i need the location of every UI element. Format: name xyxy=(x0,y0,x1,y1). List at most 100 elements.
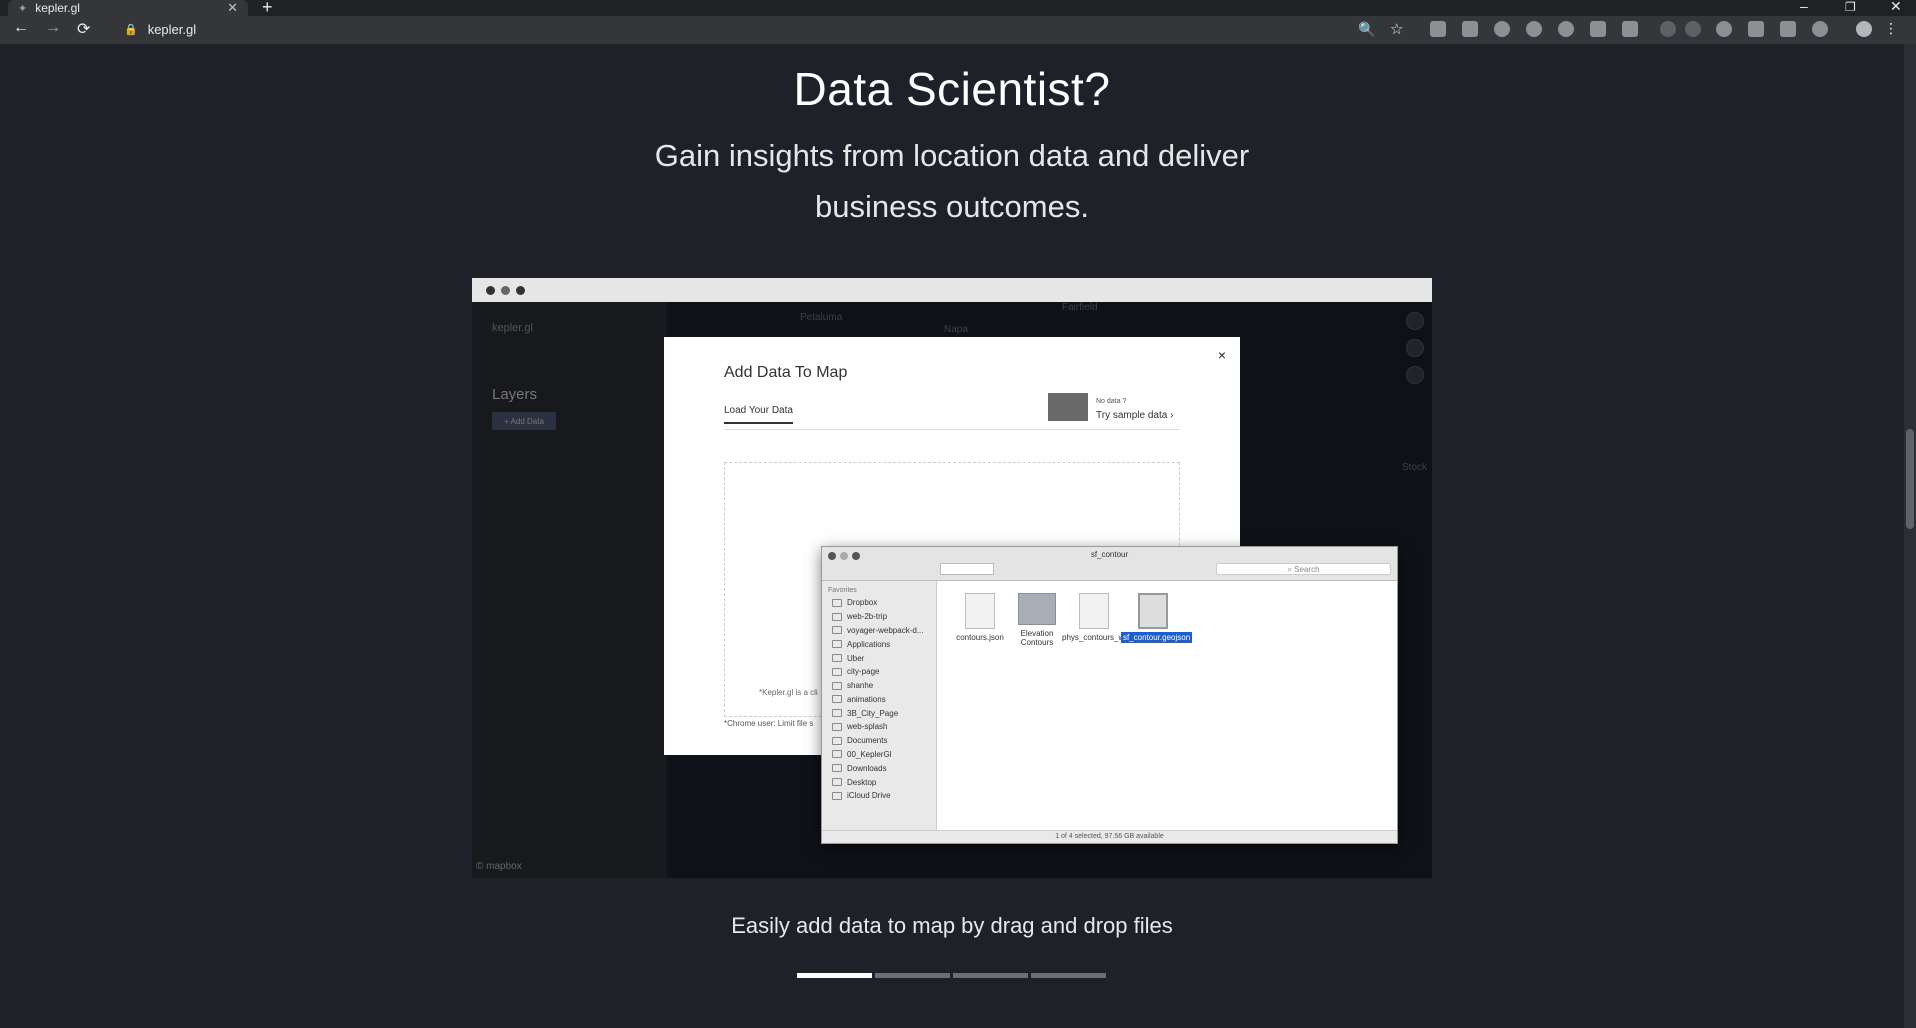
modal-divider xyxy=(724,429,1180,430)
map-control-icon xyxy=(1406,366,1424,384)
finder-sidebar-label: Uber xyxy=(847,653,865,663)
extension-record-icon[interactable] xyxy=(1558,21,1574,37)
file-sf-contour-geojson: sf_contour.geojson xyxy=(1121,593,1193,643)
finder-sidebar-label: 00_KeplerGl xyxy=(847,749,892,759)
file-icon xyxy=(965,593,995,629)
extension-s-icon[interactable] xyxy=(1780,21,1796,37)
close-window-button[interactable]: ✕ xyxy=(1890,0,1902,15)
finder-sidebar-item: 3B_City_Page xyxy=(822,706,936,720)
finder-toolbar: sf_contour ⌕ Search xyxy=(822,547,1397,581)
profile-avatar-icon[interactable] xyxy=(1856,21,1872,37)
kepler-side-panel: kepler.gl Layers + Add Data xyxy=(472,302,667,878)
carousel-dot[interactable] xyxy=(797,973,872,978)
back-button[interactable]: ← xyxy=(13,19,29,37)
map-label: Napa xyxy=(944,324,968,335)
file-label: sf_contour.geojson xyxy=(1121,632,1193,643)
folder-icon xyxy=(832,709,842,718)
finder-sidebar-label: web-splash xyxy=(847,722,888,732)
finder-sidebar-item: voyager-webpack-d... xyxy=(822,624,936,638)
finder-sidebar-label: iCloud Drive xyxy=(847,791,891,801)
extension-square-icon[interactable] xyxy=(1590,21,1606,37)
tab-close-icon[interactable]: ✕ xyxy=(227,0,238,16)
finder-sidebar-header: Favorites xyxy=(828,587,857,594)
finder-file-area: contours.json Elevation Contours phys_co… xyxy=(938,581,1397,831)
kepler-favicon-icon: ✦ xyxy=(18,2,28,15)
carousel-dot[interactable] xyxy=(953,973,1028,978)
extension-g-icon[interactable] xyxy=(1494,21,1510,37)
forward-button[interactable]: → xyxy=(45,19,61,37)
map-label: Petaluma xyxy=(800,312,843,323)
carousel-dot[interactable] xyxy=(1031,973,1106,978)
lock-icon: 🔒 xyxy=(124,24,138,36)
minimize-button[interactable]: – xyxy=(1800,0,1808,14)
carousel-indicators xyxy=(797,973,1106,978)
carousel-dot[interactable] xyxy=(875,973,950,978)
folder-icon xyxy=(832,750,842,759)
restore-button[interactable]: ❐ xyxy=(1845,0,1856,14)
folder-icon xyxy=(832,736,842,745)
layers-heading: Layers xyxy=(492,386,538,403)
extension-circle-icon[interactable] xyxy=(1685,21,1701,37)
reload-button[interactable]: ⟳ xyxy=(77,19,90,39)
folder-icon xyxy=(832,695,842,704)
finder-sidebar-label: Desktop xyxy=(847,777,877,787)
file-icon xyxy=(1079,593,1109,629)
finder-view-switch xyxy=(940,563,994,575)
extension-doc-icon[interactable] xyxy=(1430,21,1446,37)
extension-puzzle-icon[interactable] xyxy=(1462,21,1478,37)
folder-icon xyxy=(832,626,842,635)
finder-sidebar-item: Dropbox xyxy=(822,596,936,610)
hero-title: Data Scientist? xyxy=(793,63,1111,115)
finder-sidebar-item: iCloud Drive xyxy=(822,789,936,803)
finder-search-field: ⌕ Search xyxy=(1216,563,1391,575)
carousel-caption: Easily add data to map by drag and drop … xyxy=(731,913,1173,938)
finder-sidebar-label: Applications xyxy=(847,639,891,649)
map-label: Fairfield xyxy=(1062,302,1098,313)
finder-sidebar-label: city-page xyxy=(847,667,880,677)
scrollbar-thumb[interactable] xyxy=(1906,429,1914,529)
finder-sidebar-label: Documents xyxy=(847,736,888,746)
folder-icon xyxy=(832,791,842,800)
finder-sidebar-item: Documents xyxy=(822,734,936,748)
finder-sidebar-item: 00_KeplerGl xyxy=(822,748,936,762)
browser-toolbar: ← → ⟳ 🔒 kepler.gl 🔍 ☆ ⋮ xyxy=(0,16,1916,44)
file-label: contours.json xyxy=(956,633,1004,642)
scrollbar[interactable] xyxy=(1904,44,1916,1028)
extension-pin-icon[interactable] xyxy=(1716,21,1732,37)
finder-sidebar-item: web-2b-trip xyxy=(822,610,936,624)
finder-sidebar-item: Downloads xyxy=(822,761,936,775)
file-contours-json: contours.json xyxy=(948,593,1012,642)
bookmark-star-icon[interactable]: ☆ xyxy=(1390,20,1403,38)
folder-icon xyxy=(832,612,842,621)
hero-subtitle: Gain insights from location data and del… xyxy=(654,138,1250,224)
finder-sidebar-label: animations xyxy=(847,694,886,704)
try-sample-data-link: Try sample data › xyxy=(1096,410,1174,421)
mapbox-logo: © mapbox xyxy=(476,861,522,872)
extension-screen-icon[interactable] xyxy=(1622,21,1638,37)
finder-status-bar: 1 of 4 selected, 97.56 GB available xyxy=(822,830,1397,843)
address-bar[interactable]: 🔒 kepler.gl xyxy=(114,18,1324,41)
finder-title: sf_contour xyxy=(1090,550,1129,559)
folder-icon xyxy=(832,778,842,787)
finder-sidebar-label: shanhe xyxy=(847,681,874,691)
extension-gear-icon[interactable] xyxy=(1812,21,1828,37)
folder-icon xyxy=(832,681,842,690)
modal-close-icon: × xyxy=(1217,347,1226,363)
tab-strip: ✦ kepler.gl ✕ + – ❐ ✕ xyxy=(0,0,1916,17)
tab-load-your-data: Load Your Data xyxy=(724,405,793,424)
folder-icon xyxy=(1018,593,1056,625)
folder-icon xyxy=(832,667,842,676)
extension-badge-icon[interactable] xyxy=(1660,21,1676,37)
folder-icon xyxy=(832,640,842,649)
browser-tab[interactable]: ✦ kepler.gl ✕ xyxy=(8,0,248,16)
finder-sidebar: Favorites Dropbox web-2b-trip voyager-webp… xyxy=(822,581,937,831)
extension-play-icon[interactable] xyxy=(1526,21,1542,37)
menu-dots-icon[interactable]: ⋮ xyxy=(1884,20,1898,37)
window-dot-icon xyxy=(516,285,525,295)
drop-zone-note: *Kepler.gl is a cli xyxy=(759,688,818,697)
finder-sidebar-item: city-page xyxy=(822,665,936,679)
window-dot-icon xyxy=(501,285,510,295)
extension-camera-icon[interactable] xyxy=(1748,21,1764,37)
kepler-brand: kepler.gl xyxy=(492,322,533,334)
zoom-icon[interactable]: 🔍 xyxy=(1358,21,1375,38)
